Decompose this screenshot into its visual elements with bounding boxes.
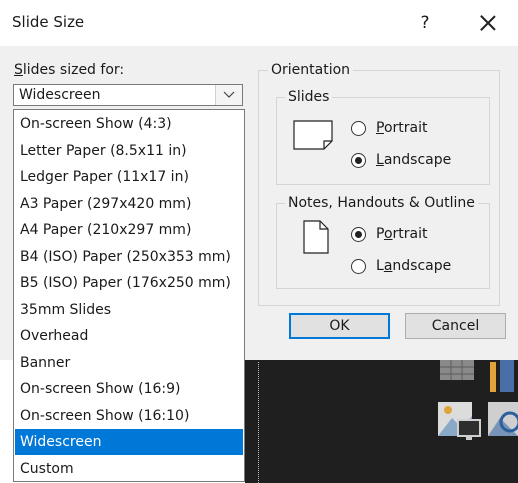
list-item[interactable]: A3 Paper (297x420 mm) bbox=[15, 191, 243, 217]
landscape-page-icon bbox=[293, 120, 333, 150]
list-item[interactable]: B4 (ISO) Paper (250x353 mm) bbox=[15, 244, 243, 270]
close-icon[interactable] bbox=[474, 9, 502, 37]
slides-sized-for-combobox[interactable]: Widescreen bbox=[13, 84, 243, 106]
dialog-title: Slide Size bbox=[12, 13, 85, 31]
notes-landscape-label[interactable]: Landscape bbox=[376, 258, 451, 274]
combobox-dropdown-button[interactable] bbox=[215, 85, 242, 105]
slide-boundary-dotted-line bbox=[258, 362, 259, 483]
list-item[interactable]: Custom bbox=[15, 456, 243, 482]
list-item[interactable]: A4 Paper (210x297 mm) bbox=[15, 217, 243, 243]
slide-size-dropdown-list: On-screen Show (4:3) Letter Paper (8.5x1… bbox=[13, 109, 245, 482]
list-item-selected[interactable]: Widescreen bbox=[15, 429, 243, 455]
list-item[interactable]: Letter Paper (8.5x11 in) bbox=[15, 138, 243, 164]
slides-landscape-label[interactable]: Landscape bbox=[376, 152, 451, 168]
slides-sized-for-label: Slides sized for: bbox=[14, 62, 125, 78]
ok-button[interactable]: OK bbox=[289, 313, 390, 339]
cancel-button[interactable]: Cancel bbox=[405, 313, 506, 339]
list-item[interactable]: On-screen Show (16:9) bbox=[15, 376, 243, 402]
list-item[interactable]: Ledger Paper (11x17 in) bbox=[15, 164, 243, 190]
dialog-titlebar: Slide Size ? bbox=[0, 0, 518, 46]
list-item[interactable]: On-screen Show (16:10) bbox=[15, 403, 243, 429]
slides-landscape-radio[interactable] bbox=[351, 153, 366, 168]
notes-portrait-label[interactable]: Portrait bbox=[376, 226, 428, 242]
background-thumbnails-icon bbox=[438, 360, 518, 440]
notes-portrait-radio[interactable] bbox=[351, 227, 366, 242]
list-item[interactable]: B5 (ISO) Paper (176x250 mm) bbox=[15, 270, 243, 296]
orientation-group-label: Orientation bbox=[268, 62, 354, 78]
slides-portrait-radio[interactable] bbox=[351, 121, 366, 136]
combobox-value: Widescreen bbox=[19, 87, 101, 103]
list-item[interactable]: Banner bbox=[15, 350, 243, 376]
list-item[interactable]: 35mm Slides bbox=[15, 297, 243, 323]
slides-portrait-label[interactable]: Portrait bbox=[376, 120, 427, 136]
notes-landscape-radio[interactable] bbox=[351, 259, 366, 274]
notes-group-label: Notes, Handouts & Outline bbox=[285, 195, 478, 211]
slides-group-label: Slides bbox=[285, 89, 333, 105]
list-item[interactable]: On-screen Show (4:3) bbox=[15, 111, 243, 137]
help-button[interactable]: ? bbox=[413, 10, 437, 36]
portrait-page-icon bbox=[303, 220, 329, 254]
chevron-down-icon bbox=[223, 91, 235, 98]
list-item[interactable]: Overhead bbox=[15, 323, 243, 349]
